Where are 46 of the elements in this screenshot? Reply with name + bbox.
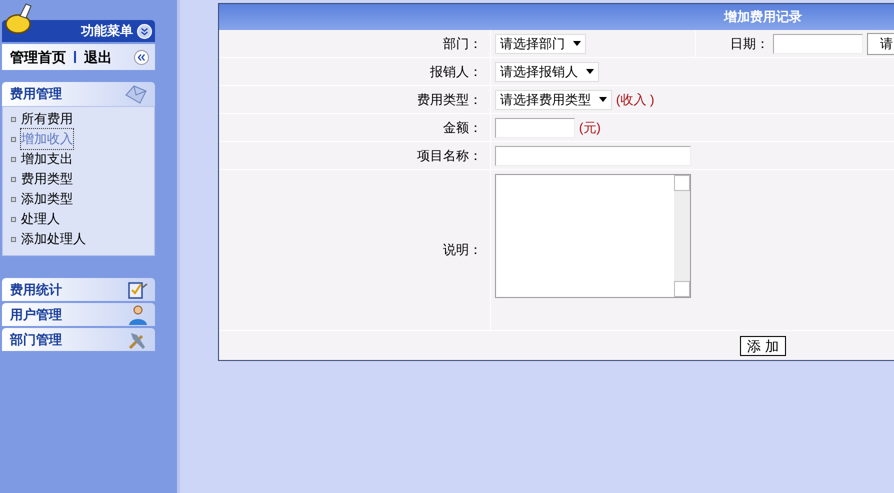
bullet-icon (11, 196, 16, 202)
menu-item[interactable]: 添加类型 (21, 189, 73, 209)
date-button[interactable]: 请 (867, 32, 894, 54)
bullet-icon (11, 116, 16, 122)
expand-icon[interactable] (137, 24, 152, 38)
checklist-icon (127, 280, 149, 300)
section-header[interactable]: 用户管理 (2, 303, 155, 327)
field-label: 日期： (730, 34, 769, 53)
field-label: 金额： (443, 118, 482, 137)
date-field[interactable] (773, 34, 863, 54)
field-label: 报销人： (430, 62, 482, 81)
section-header[interactable]: 费用统计 (2, 278, 155, 302)
bullet-icon (11, 176, 16, 182)
field-label: 部门： (443, 34, 482, 53)
caret-icon (599, 97, 607, 102)
form-header: 增加费用记录 (219, 4, 894, 30)
field-label: 项目名称： (417, 146, 482, 165)
add-button[interactable]: 添 加 (740, 336, 786, 356)
separator (74, 51, 76, 63)
field-label: 费用类型： (417, 90, 482, 109)
bullet-icon (11, 236, 16, 242)
menu-item[interactable]: 处理人 (21, 209, 60, 229)
input-field[interactable] (495, 118, 575, 138)
text-area[interactable] (495, 174, 691, 298)
collapse-icon[interactable] (134, 50, 149, 64)
unit-label: (收入 ) (616, 90, 654, 109)
bullet-icon (11, 216, 16, 222)
dropdown[interactable]: 请选择报销人 (495, 62, 599, 82)
user-icon (127, 304, 149, 326)
section-header[interactable]: 部门管理 (2, 328, 155, 352)
field-label: 说明： (443, 241, 482, 260)
dropdown[interactable]: 请选择部门 (495, 34, 586, 54)
caret-icon (573, 41, 581, 46)
nav-link[interactable]: 管理首页 (10, 46, 66, 68)
caret-icon (586, 69, 594, 74)
menu-item[interactable]: 添加处理人 (21, 229, 86, 249)
bullet-icon (11, 156, 16, 162)
input-field[interactable] (495, 146, 691, 166)
menu-item[interactable]: 增加支出 (21, 149, 73, 169)
section-header[interactable]: 费用管理 (2, 82, 155, 106)
dropdown[interactable]: 请选择费用类型 (495, 90, 612, 110)
nav-link[interactable]: 退出 (84, 46, 112, 68)
menu-item[interactable]: 费用类型 (21, 169, 73, 189)
menu-item[interactable]: 所有费用 (21, 109, 73, 129)
bullet-icon (11, 136, 16, 142)
unit-label: (元) (579, 118, 601, 137)
